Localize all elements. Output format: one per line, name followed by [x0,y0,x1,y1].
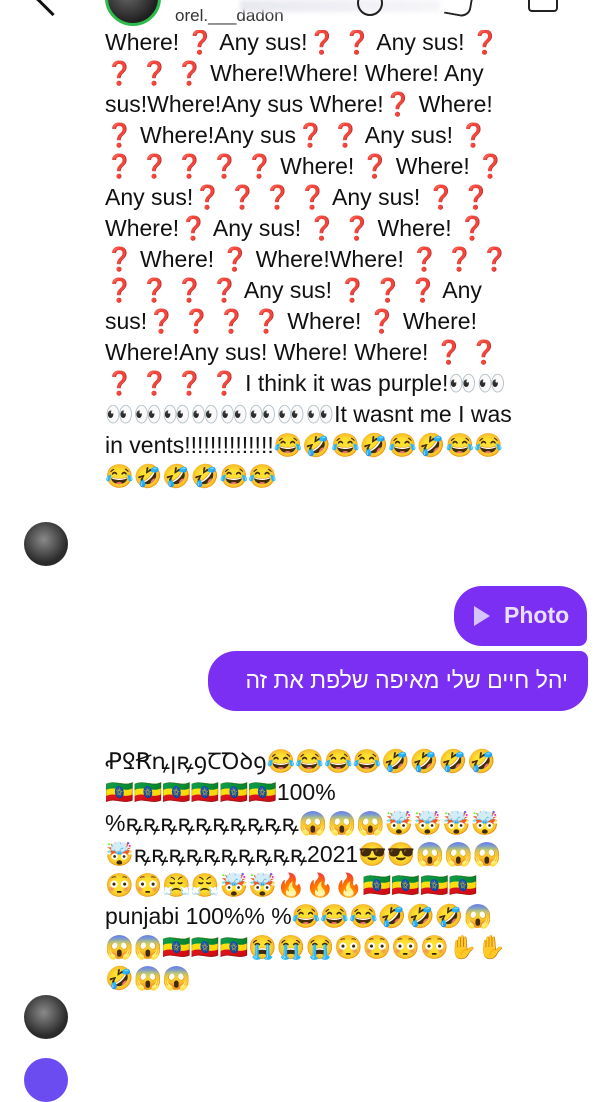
video-camera-icon[interactable] [528,0,558,12]
back-chevron-icon[interactable] [34,0,71,17]
blurred-header-text [240,0,440,12]
play-icon [474,606,490,626]
chat-header: orel.___dadon [0,0,600,30]
sender-avatar[interactable] [24,522,68,566]
sent-message-bubble[interactable]: יהל חיים שלי מאיפה שלפת את זה [208,651,588,711]
bottom-avatar[interactable] [24,1058,68,1102]
sender-avatar[interactable] [24,995,68,1039]
emoji-icon[interactable] [357,0,383,16]
header-avatar[interactable] [105,0,161,26]
received-message[interactable]: ꝒꝾꞦꝴꞁꝶꝯꞆꝹꝺꝯ😂😂😂😂🤣🤣🤣🤣🇪🇹🇪🇹🇪🇹🇪🇹🇪🇹🇪🇹100% %ꝶꝶꝶ… [105,746,510,1026]
photo-label: Photo [504,602,570,628]
photo-message-bubble[interactable]: Photo [454,586,587,646]
phone-icon[interactable] [443,0,475,19]
sent-message-text: יהל חיים שלי מאיפה שלפת את זה [245,667,568,693]
received-message[interactable]: Where! ❓ Any sus!❓ ❓ Any sus! ❓ ❓ ❓ ❓ Wh… [105,27,515,552]
